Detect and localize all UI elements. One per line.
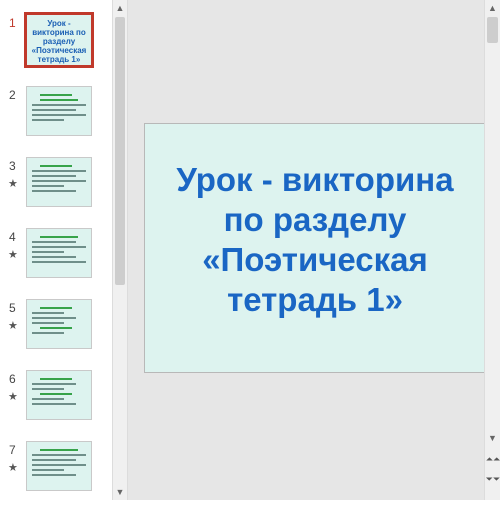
thumbnail-text-line bbox=[32, 312, 65, 314]
thumbnail-text-line bbox=[32, 398, 65, 400]
thumbnail-text-line bbox=[40, 393, 73, 395]
thumbnail-text-line bbox=[32, 256, 77, 258]
thumbnail-text-line bbox=[32, 109, 77, 111]
thumbnail-text-line bbox=[32, 119, 65, 121]
slide-number: 1 bbox=[9, 16, 16, 30]
thumbnail-text-line bbox=[40, 236, 78, 238]
scroll-down-arrow-icon[interactable]: ▼ bbox=[113, 484, 127, 500]
thumbnail-text-line bbox=[32, 246, 86, 248]
slide-number: 3 bbox=[9, 159, 16, 173]
thumbnail-text-line bbox=[32, 241, 77, 243]
thumbnail-text-line bbox=[32, 469, 65, 471]
slide-number: 5 bbox=[9, 301, 16, 315]
thumbnail-preview[interactable] bbox=[26, 370, 92, 420]
slide-number: 7 bbox=[9, 443, 16, 457]
scrollbar-thumb[interactable] bbox=[487, 17, 498, 43]
thumbnail-text-line bbox=[32, 261, 86, 263]
thumbnail-preview[interactable] bbox=[26, 441, 92, 491]
slide-number: 4 bbox=[9, 230, 16, 244]
scroll-down-arrow-icon[interactable]: ▼ bbox=[485, 430, 500, 446]
previous-slide-icon[interactable]: ⏶⏶ bbox=[485, 452, 500, 466]
slide-title-line: «Поэтическая bbox=[202, 241, 428, 278]
thumbnail-preview[interactable] bbox=[26, 157, 92, 207]
thumbnail-text-line bbox=[32, 474, 77, 476]
thumbnail-preview[interactable] bbox=[26, 86, 92, 136]
animation-star-icon: ★ bbox=[8, 178, 18, 190]
thumbnail-text-line bbox=[40, 327, 73, 329]
thumbnail-slide-2[interactable]: 2 bbox=[0, 86, 112, 150]
thumbnail-preview[interactable] bbox=[26, 299, 92, 349]
slide-thumbnail-pane: 1 Урок - викторина по разделу «Поэтическ… bbox=[0, 0, 112, 500]
thumbnail-slide-1[interactable]: 1 Урок - викторина по разделу «Поэтическ… bbox=[0, 12, 112, 78]
thumbnail-text-line bbox=[40, 307, 73, 309]
slide-title-line: тетрадь 1» bbox=[227, 281, 403, 318]
thumbnail-text-line bbox=[32, 317, 77, 319]
thumbnail-text-line bbox=[40, 94, 73, 96]
thumbnail-scrollbar[interactable]: ▲ ▼ bbox=[112, 0, 128, 500]
thumbnail-preview[interactable]: Урок - викторина по разделу «Поэтическая… bbox=[24, 12, 94, 68]
scroll-up-arrow-icon[interactable]: ▲ bbox=[485, 0, 500, 16]
next-slide-icon[interactable]: ⏷⏷ bbox=[485, 472, 500, 486]
scrollbar-thumb[interactable] bbox=[115, 17, 125, 285]
thumbnail-preview[interactable] bbox=[26, 228, 92, 278]
thumbnail-text-line bbox=[32, 251, 65, 253]
thumbnail-text-line bbox=[32, 403, 77, 405]
thumbnail-text-line bbox=[32, 464, 86, 466]
thumbnail-text-line bbox=[32, 104, 86, 106]
current-slide[interactable]: Урок - викторина по разделу «Поэтическая… bbox=[144, 123, 486, 373]
slide-title-line: Урок - викторина bbox=[176, 161, 454, 198]
thumbnail-slide-3[interactable]: 3 ★ bbox=[0, 157, 112, 221]
thumbnail-text-line bbox=[32, 180, 86, 182]
thumbnail-text-line bbox=[32, 114, 86, 116]
slide-title[interactable]: Урок - викторина по разделу «Поэтическая… bbox=[145, 160, 485, 320]
thumbnail-text-line bbox=[32, 170, 86, 172]
slide-number: 2 bbox=[9, 88, 16, 102]
animation-star-icon: ★ bbox=[8, 320, 18, 332]
slide-title-line: по разделу bbox=[223, 201, 407, 238]
thumbnail-text-line bbox=[32, 190, 77, 192]
animation-star-icon: ★ bbox=[8, 462, 18, 474]
thumbnail-slide-4[interactable]: 4 ★ bbox=[0, 228, 112, 292]
animation-star-icon: ★ bbox=[8, 249, 18, 261]
thumbnail-slide-7[interactable]: 7 ★ bbox=[0, 441, 112, 505]
thumbnail-text-line bbox=[32, 383, 77, 385]
thumbnail-text-line bbox=[40, 449, 78, 451]
thumbnail-text-line bbox=[32, 332, 65, 334]
thumbnail-text-line bbox=[40, 165, 73, 167]
thumbnail-text-line bbox=[40, 378, 73, 380]
thumbnail-text-line bbox=[32, 388, 65, 390]
slide-number: 6 bbox=[9, 372, 16, 386]
slide-editing-area: Урок - викторина по разделу «Поэтическая… bbox=[128, 0, 486, 500]
thumbnail-slide-5[interactable]: 5 ★ bbox=[0, 299, 112, 363]
thumbnail-text-line bbox=[32, 175, 77, 177]
thumbnail-title: Урок - викторина по разделу «Поэтическая… bbox=[31, 19, 87, 64]
slide-scrollbar[interactable]: ▲ ▼ ⏶⏶ ⏷⏷ bbox=[484, 0, 500, 500]
thumbnail-text-line bbox=[40, 99, 78, 101]
thumbnail-text-line bbox=[32, 185, 65, 187]
thumbnail-slide-6[interactable]: 6 ★ bbox=[0, 370, 112, 434]
animation-star-icon: ★ bbox=[8, 391, 18, 403]
thumbnail-text-line bbox=[32, 459, 77, 461]
thumbnail-text-line bbox=[32, 322, 65, 324]
scroll-up-arrow-icon[interactable]: ▲ bbox=[113, 0, 127, 16]
thumbnail-text-line bbox=[32, 454, 86, 456]
